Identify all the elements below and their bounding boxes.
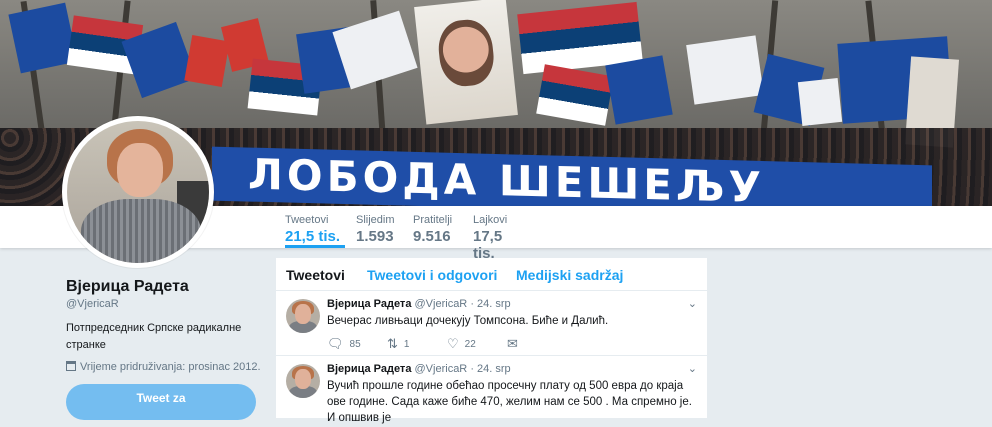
tab-media[interactable]: Medijski sadržaj	[516, 267, 623, 283]
tweet-avatar[interactable]	[286, 299, 320, 333]
retweet-icon: ⇅	[387, 336, 398, 351]
tweet-avatar[interactable]	[286, 364, 320, 398]
chevron-down-icon[interactable]: ⌄	[688, 297, 697, 310]
profile-bio: Потпредседник Српске радикалне странке	[66, 322, 242, 351]
tweet-text: Вечерас ливњаци дочекују Томпсона. Биће …	[327, 315, 609, 327]
dm-button[interactable]: ✉	[507, 336, 524, 352]
stat-likes-value: 17,5 tis.	[473, 228, 503, 262]
stat-likes-label: Lajkovi	[473, 214, 508, 226]
timeline-tabs: Tweetovi Tweetovi i odgovori Medijski sa…	[276, 258, 707, 291]
tweet-item[interactable]: Вјерица Радета @VjericaR · 24. srp ⌄ Вуч…	[276, 356, 707, 427]
stat-tweets-value: 21,5 tis.	[285, 228, 341, 245]
stat-following-label: Slijedim	[356, 214, 395, 226]
stat-followers[interactable]: Pratitelji 9.516	[413, 206, 463, 248]
like-button[interactable]: ♡ 22	[447, 336, 476, 352]
tweet-author-handle[interactable]: @VjericaR	[415, 298, 468, 310]
reply-button[interactable]: 🗨 85	[327, 336, 361, 352]
tweet-author-handle[interactable]: @VjericaR	[415, 363, 468, 375]
retweet-count: 1	[403, 339, 410, 350]
profile-joined: Vrijeme pridruživanja: prosinac 2012.	[66, 361, 261, 373]
like-count: 22	[464, 339, 476, 350]
tweet-author-name[interactable]: Вјерица Радета	[327, 363, 411, 375]
stat-following[interactable]: Slijedim 1.593	[356, 206, 400, 248]
tab-tweets[interactable]: Tweetovi	[286, 267, 345, 283]
reply-count: 85	[349, 339, 361, 350]
envelope-icon: ✉	[507, 336, 518, 351]
tweet-header: Вјерица Радета @VjericaR · 24. srp	[327, 298, 511, 310]
stat-tweets[interactable]: Tweetovi 21,5 tis.	[285, 206, 345, 248]
profile-name[interactable]: Вјерица Радета	[66, 278, 189, 296]
profile-handle[interactable]: @VjericaR	[66, 298, 119, 310]
timeline: Tweetovi Tweetovi i odgovori Medijski sa…	[276, 258, 707, 427]
stat-followers-label: Pratitelji	[413, 214, 453, 226]
stat-following-value: 1.593	[356, 228, 394, 245]
tab-tweets-and-replies[interactable]: Tweetovi i odgovori	[367, 267, 497, 283]
tweet-author-name[interactable]: Вјерица Радета	[327, 298, 411, 310]
tweet-date[interactable]: · 24. srp	[470, 298, 510, 310]
chevron-down-icon[interactable]: ⌄	[688, 362, 697, 375]
tweet-text: Вучић прошле године обећао просечну плат…	[327, 380, 692, 424]
profile-joined-text: Vrijeme pridruživanja: prosinac 2012.	[80, 361, 261, 373]
stat-tweets-label: Tweetovi	[285, 214, 329, 226]
calendar-icon	[66, 361, 76, 371]
tweet-to-button[interactable]: Tweet za	[66, 384, 256, 420]
retweet-button[interactable]: ⇅ 1	[387, 336, 409, 352]
tweet-item[interactable]: Вјерица Радета @VjericaR · 24. srp ⌄ Веч…	[276, 291, 707, 356]
stat-followers-value: 9.516	[413, 228, 451, 245]
heart-icon: ♡	[447, 336, 459, 351]
tweet-date[interactable]: · 24. srp	[470, 363, 510, 375]
reply-icon: 🗨	[327, 336, 344, 351]
tweet-header: Вјерица Радета @VjericaR · 24. srp	[327, 363, 511, 375]
profile-avatar[interactable]	[62, 116, 214, 268]
stat-likes[interactable]: Lajkovi 17,5 tis.	[473, 206, 528, 262]
